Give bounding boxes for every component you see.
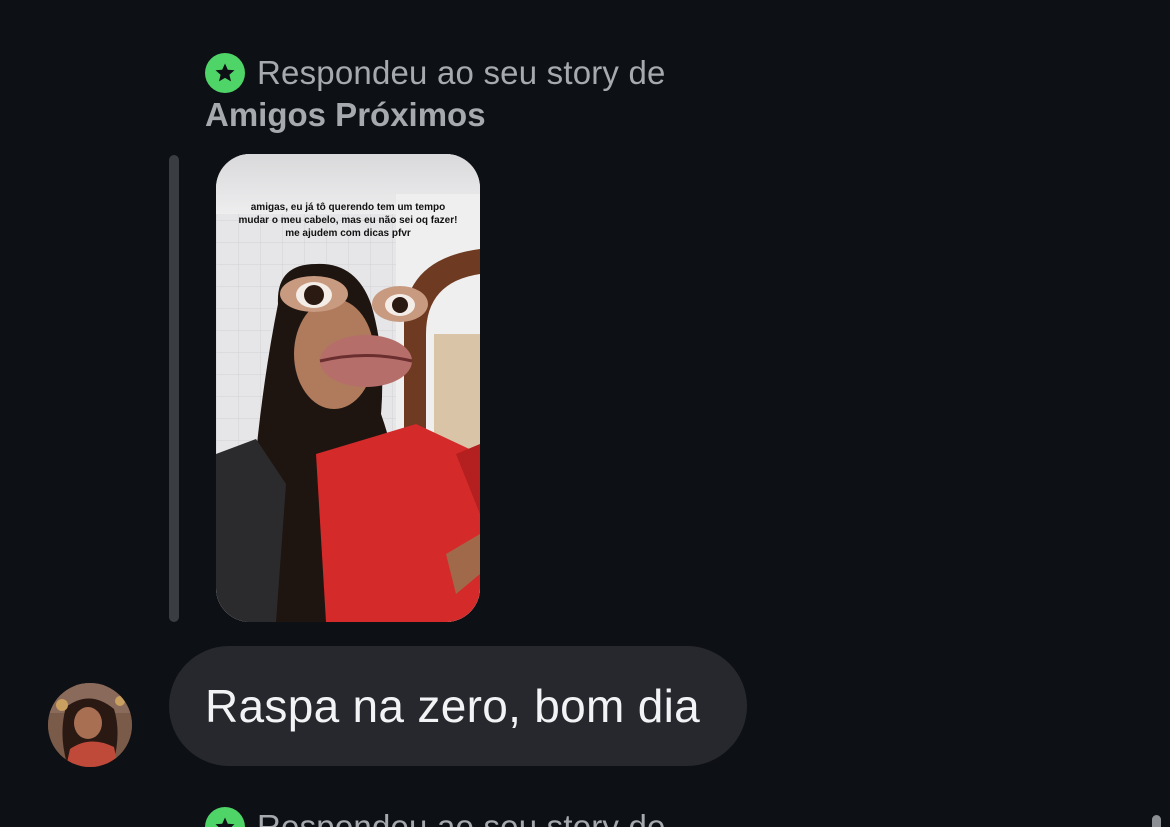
star-icon [205,53,245,93]
next-story-reply-prefix: Respondeu ao seu story de [257,808,666,827]
star-icon [205,807,245,827]
story-caption: amigas, eu já tô querendo tem um tempo m… [238,202,458,239]
story-thumbnail[interactable]: amigas, eu já tô querendo tem um tempo m… [216,154,480,622]
story-reply-header: Respondeu ao seu story de Amigos Próximo… [205,52,905,136]
chat-screen: Respondeu ao seu story de Amigos Próximo… [0,0,1170,827]
avatar-photo [48,683,132,767]
next-story-reply-header: Respondeu ao seu story de [205,806,905,827]
avatar[interactable] [48,683,132,767]
story-reply-prefix: Respondeu ao seu story de [257,54,666,91]
quote-bar [169,155,179,622]
message-text: Raspa na zero, bom dia [205,680,700,732]
story-reply-line: Respondeu ao seu story de [205,52,905,94]
scroll-indicator[interactable] [1152,815,1161,827]
message-bubble[interactable]: Raspa na zero, bom dia [169,646,747,766]
close-friends-label: Amigos Próximos [205,96,486,133]
next-story-reply-line: Respondeu ao seu story de [205,806,905,827]
